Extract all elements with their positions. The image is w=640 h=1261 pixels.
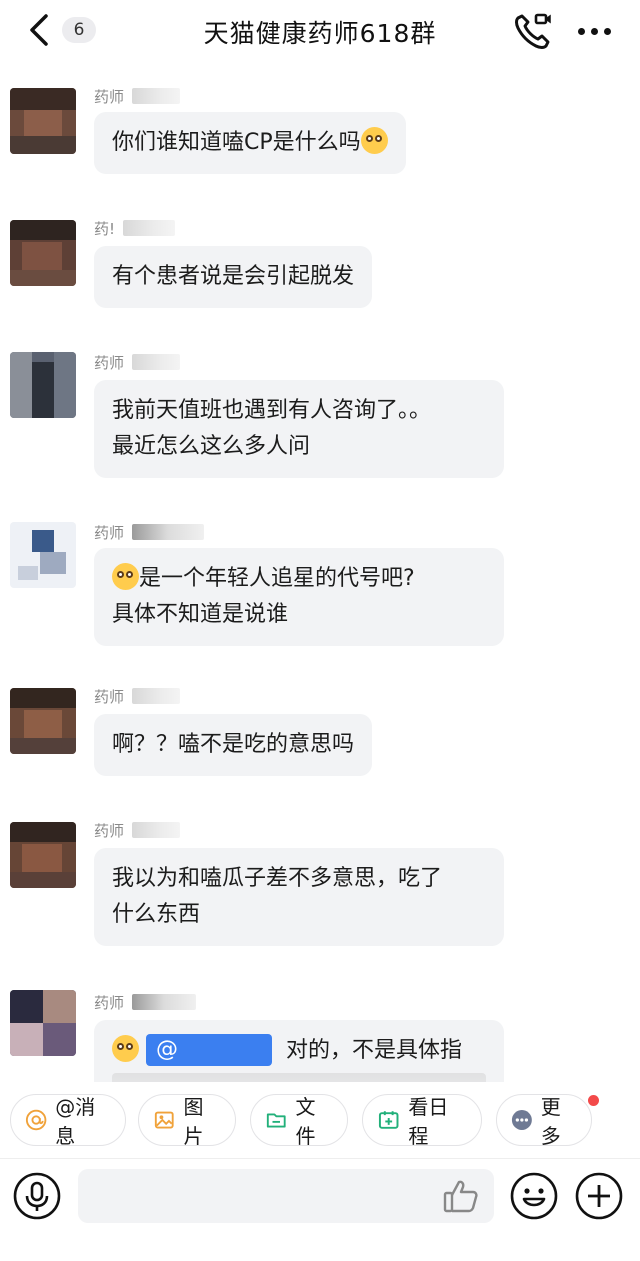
sender-name: 药师	[94, 520, 205, 544]
avatar[interactable]	[10, 688, 76, 754]
more-actions-label: 更多	[540, 1095, 561, 1148]
file-label: 文件	[295, 1095, 316, 1148]
file-button[interactable]: 文件	[250, 1094, 348, 1148]
flushed-face-emoji	[360, 127, 388, 154]
message-bubble[interactable]: 啊？？嗑不是吃的意思吗	[94, 714, 373, 776]
message-text: 具体不知道是说谁	[112, 602, 289, 627]
message-text: 最近怎么这么多人问	[112, 434, 311, 459]
avatar[interactable]	[10, 522, 76, 588]
voice-call-icon	[515, 13, 551, 49]
avatar[interactable]	[10, 822, 76, 888]
smiley-icon	[510, 1172, 558, 1220]
message-text: 对的，不是具体指	[286, 1038, 463, 1063]
at-message-label: @消息	[55, 1095, 96, 1148]
avatar[interactable]	[10, 220, 76, 286]
message-text: 啊？？嗑不是吃的意思吗	[112, 732, 355, 757]
avatar[interactable]	[10, 88, 76, 154]
image-button[interactable]: 图片	[138, 1094, 236, 1148]
message-bubble[interactable]: 是一个年轻人追星的代号吧? 具体不知道是说谁	[94, 548, 504, 646]
input-bar	[0, 1158, 640, 1230]
sender-name: 药师	[94, 84, 181, 108]
calendar-icon	[378, 1111, 399, 1129]
message-text: 是一个年轻人追星的代号吧?	[139, 566, 415, 591]
sender-name: 药师	[94, 350, 181, 374]
message-text: 有个患者说是会引起脱发	[112, 264, 355, 289]
message-text: 什么东西	[112, 902, 201, 927]
thumbs-up-button[interactable]	[440, 1175, 482, 1217]
image-icon	[154, 1111, 174, 1129]
more-dots-icon	[511, 1110, 532, 1130]
sender-name: 药师	[94, 684, 181, 708]
sender-name: 药!	[94, 216, 176, 240]
message-text: 我以为和嗑瓜子差不多意思，吃了	[112, 866, 443, 891]
add-button[interactable]	[575, 1172, 623, 1220]
emoji-button[interactable]	[510, 1172, 558, 1220]
message-bubble[interactable]: 有个患者说是会引起脱发	[94, 246, 373, 308]
more-button[interactable]	[572, 14, 616, 48]
sender-name: 药师	[94, 818, 181, 842]
avatar[interactable]	[10, 990, 76, 1056]
at-icon	[25, 1109, 47, 1131]
quick-action-bar: @消息 图片 文件 看日程 更多	[0, 1091, 640, 1149]
message-bubble[interactable]: 我前天值班也遇到有人咨询了。。 最近怎么这么多人问	[94, 380, 504, 478]
message-bubble[interactable]: 你们谁知道嗑CP是什么吗	[94, 112, 406, 174]
avatar[interactable]	[10, 352, 76, 418]
sender-name: 药师	[94, 990, 197, 1014]
chat-header: 6 天猫健康药师618群	[0, 0, 640, 64]
truncated-text	[112, 1073, 486, 1082]
at-message-button[interactable]: @消息	[10, 1094, 126, 1148]
notification-dot	[588, 1095, 599, 1106]
message-bubble[interactable]: 我以为和嗑瓜子差不多意思，吃了 什么东西	[94, 848, 504, 946]
message-input[interactable]	[78, 1169, 494, 1223]
plus-icon	[575, 1172, 623, 1220]
mention-tag[interactable]: @	[146, 1034, 272, 1066]
voice-input-button[interactable]	[13, 1172, 61, 1220]
laughing-emoji	[112, 1035, 139, 1062]
message-text: 你们谁知道嗑CP是什么吗	[112, 130, 361, 155]
more-actions-button[interactable]: 更多	[496, 1094, 592, 1148]
folder-icon	[266, 1113, 286, 1128]
schedule-button[interactable]: 看日程	[362, 1094, 482, 1148]
message-bubble[interactable]: @ 对的，不是具体指	[94, 1020, 504, 1082]
voice-call-button[interactable]	[512, 12, 552, 50]
thumbs-up-icon	[443, 1180, 478, 1213]
message-text: 我前天值班也遇到有人咨询了。。	[112, 398, 432, 423]
microphone-icon	[13, 1172, 61, 1220]
image-label: 图片	[183, 1095, 204, 1148]
more-icon	[577, 27, 585, 35]
schedule-label: 看日程	[408, 1095, 449, 1148]
message-list[interactable]: 药师 你们谁知道嗑CP是什么吗 药! 有个患者说是会引起脱发 药师 我前天值班也…	[0, 64, 640, 1082]
thinking-face-emoji	[112, 563, 139, 590]
